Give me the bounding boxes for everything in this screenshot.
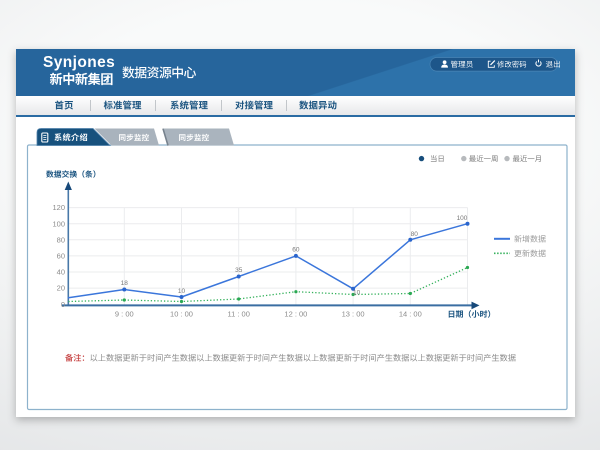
- svg-text:14 : 00: 14 : 00: [399, 310, 422, 319]
- svg-text:35: 35: [235, 267, 243, 274]
- svg-text:12 : 00: 12 : 00: [284, 310, 307, 319]
- svg-text:80: 80: [411, 231, 419, 238]
- svg-text:80: 80: [57, 235, 65, 244]
- svg-text:18: 18: [121, 280, 129, 287]
- svg-text:40: 40: [57, 268, 65, 277]
- svg-text:60: 60: [292, 247, 300, 254]
- svg-text:13 : 00: 13 : 00: [342, 310, 365, 319]
- svg-text:60: 60: [57, 252, 65, 261]
- svg-text:100: 100: [52, 219, 65, 228]
- svg-text:100: 100: [457, 215, 468, 222]
- svg-text:10: 10: [178, 288, 186, 295]
- svg-text:11 : 00: 11 : 00: [228, 310, 250, 319]
- svg-text:10: 10: [353, 290, 361, 297]
- svg-text:20: 20: [57, 284, 65, 293]
- svg-text:120: 120: [52, 203, 65, 212]
- svg-text:0: 0: [61, 300, 65, 309]
- svg-text:10 : 00: 10 : 00: [170, 310, 193, 319]
- svg-text:9 : 00: 9 : 00: [115, 310, 134, 319]
